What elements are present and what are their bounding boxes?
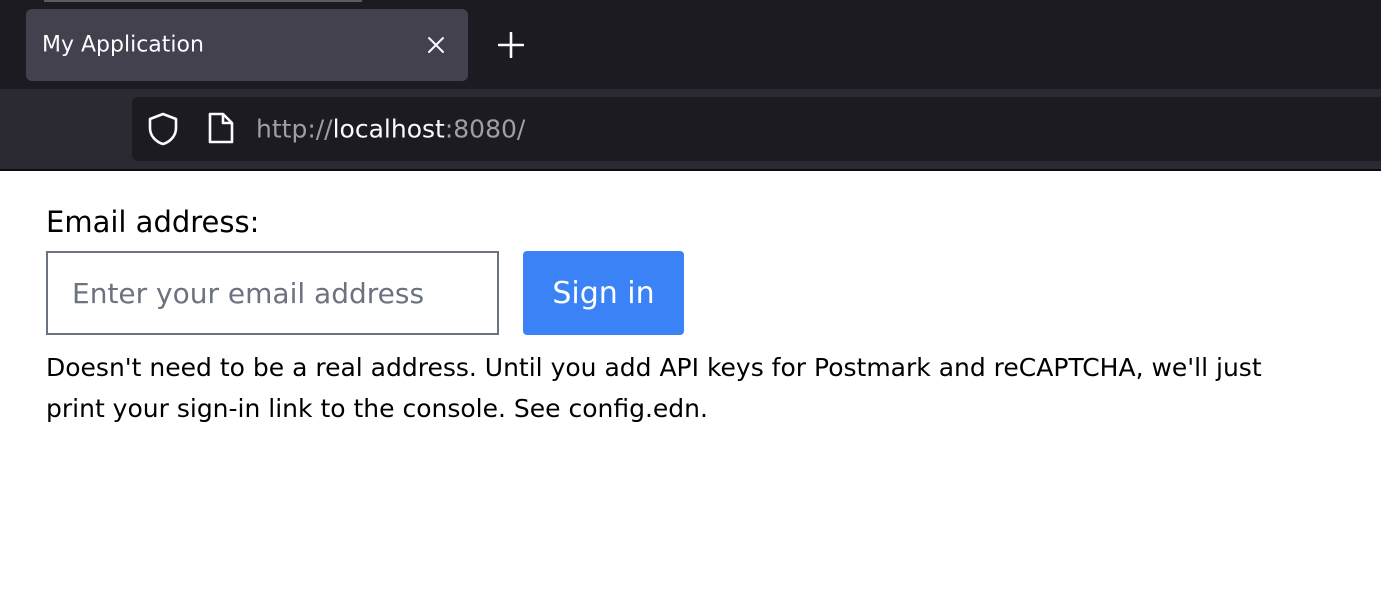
- email-field[interactable]: [46, 251, 499, 335]
- tab-my-application[interactable]: My Application: [26, 9, 468, 81]
- help-text: Doesn't need to be a real address. Until…: [46, 353, 1262, 423]
- url-host: localhost: [332, 114, 445, 144]
- sign-in-button[interactable]: Sign in: [523, 251, 684, 335]
- shield-icon[interactable]: [146, 111, 180, 147]
- url-text[interactable]: http://localhost:8080/: [256, 115, 525, 144]
- page-icon[interactable]: [206, 111, 236, 145]
- email-label: Email address:: [46, 205, 260, 239]
- tab-bar: My Application: [0, 0, 1381, 89]
- tab-title: My Application: [42, 32, 204, 58]
- chrome-divider: [0, 169, 1381, 171]
- nav-bar: http://localhost:8080/: [0, 89, 1381, 170]
- signin-form: Email address: Sign in Doesn't need to b…: [46, 200, 1346, 429]
- form-row: Sign in: [46, 251, 1346, 341]
- close-icon[interactable]: [424, 33, 448, 57]
- tab-indicator: [44, 0, 362, 2]
- url-scheme: http://: [256, 114, 333, 144]
- url-port-path: :8080/: [444, 114, 526, 144]
- plus-icon[interactable]: [493, 27, 529, 63]
- url-bar[interactable]: http://localhost:8080/: [132, 97, 1381, 161]
